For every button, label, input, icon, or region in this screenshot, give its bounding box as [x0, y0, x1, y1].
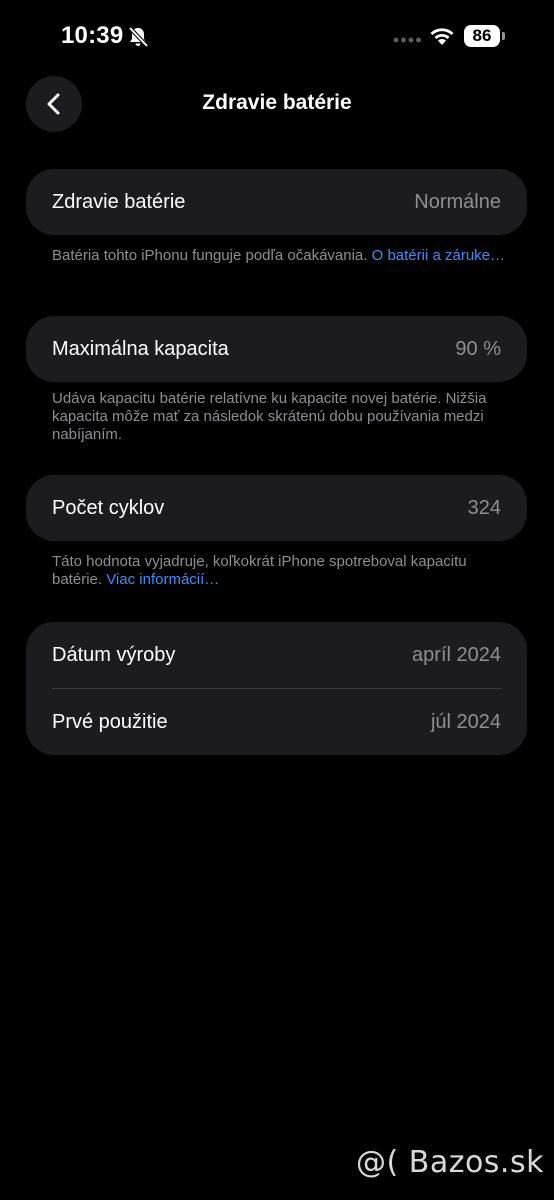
max-capacity-label: Maximálna kapacita — [52, 337, 229, 360]
cycle-count-value: 324 — [467, 496, 501, 519]
cycle-count-card: Počet cyklov 324 — [26, 475, 527, 541]
battery-health-footnote: Batéria tohto iPhonu funguje podľa očaká… — [52, 247, 512, 265]
mute-bell-icon — [128, 26, 149, 48]
dates-card: Dátum výroby apríl 2024 Prvé použitie jú… — [26, 622, 527, 755]
manufacture-date-value: apríl 2024 — [412, 643, 501, 666]
battery-health-screen: 10:39 86 Zdravie batérie Zdravie batérie… — [0, 0, 554, 1200]
battery-health-note-text: Batéria tohto iPhonu funguje podľa očaká… — [52, 247, 372, 264]
cycle-count-footnote: Táto hodnota vyjadruje, koľkokrát iPhone… — [52, 553, 512, 589]
cycle-count-label: Počet cyklov — [52, 496, 165, 519]
first-use-value: júl 2024 — [430, 710, 501, 733]
battery-health-row[interactable]: Zdravie batérie Normálne — [26, 169, 527, 235]
status-bar: 10:39 86 — [0, 0, 554, 76]
battery-health-value: Normálne — [414, 190, 501, 213]
max-capacity-row: Maximálna kapacita 90 % — [26, 316, 527, 382]
battery-tip — [502, 32, 505, 40]
manufacture-date-row: Dátum výroby apríl 2024 — [26, 622, 527, 688]
signal-dots-icon — [393, 37, 421, 43]
more-info-link[interactable]: Viac informácií… — [106, 571, 219, 588]
wifi-icon — [430, 28, 454, 45]
first-use-label: Prvé použitie — [52, 710, 168, 733]
battery-icon: 86 — [464, 25, 500, 47]
max-capacity-value: 90 % — [455, 337, 501, 360]
max-capacity-footnote: Udáva kapacitu batérie relatívne ku kapa… — [52, 390, 487, 443]
max-capacity-card: Maximálna kapacita 90 % — [26, 316, 527, 382]
status-time: 10:39 — [61, 22, 124, 49]
watermark: @( Bazos.sk — [356, 1145, 544, 1180]
cycle-count-row: Počet cyklov 324 — [26, 475, 527, 541]
battery-health-card[interactable]: Zdravie batérie Normálne — [26, 169, 527, 235]
battery-health-label: Zdravie batérie — [52, 190, 186, 213]
page-title: Zdravie batérie — [202, 91, 352, 114]
battery-warranty-link[interactable]: O batérii a záruke… — [372, 247, 505, 264]
first-use-row: Prvé použitie júl 2024 — [26, 689, 527, 755]
manufacture-date-label: Dátum výroby — [52, 643, 176, 666]
